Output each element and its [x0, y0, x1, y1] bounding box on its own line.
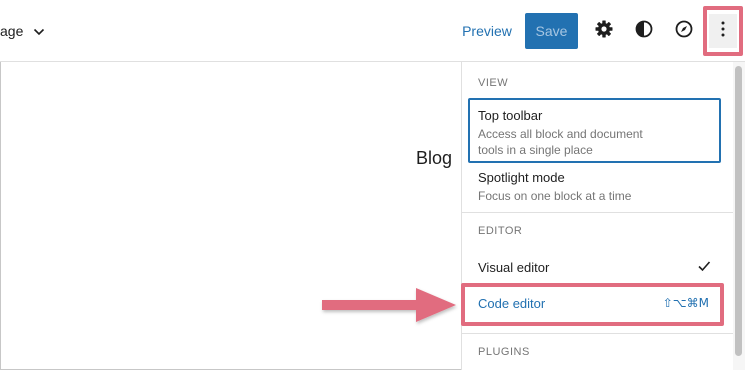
settings-button[interactable] [586, 13, 622, 49]
preview-button[interactable]: Preview [456, 14, 518, 48]
canvas-heading[interactable]: Blog [416, 148, 452, 169]
top-toolbar-desc-line2: tools in a single place [478, 143, 593, 157]
plugins-section-heading: PLUGINS [478, 346, 530, 358]
visual-editor-label: Visual editor [478, 260, 550, 275]
code-editor-label: Code editor [478, 296, 546, 311]
menu-scrollbar[interactable] [733, 62, 745, 370]
code-editor-item[interactable]: Code editor ⇧⌥⌘M [468, 293, 717, 315]
menu-divider [462, 333, 733, 334]
spotlight-mode-item[interactable]: Spotlight mode Focus on one block at a t… [468, 168, 721, 208]
check-icon [697, 259, 711, 278]
menu-divider [462, 212, 733, 213]
chevron-down-icon[interactable] [33, 25, 45, 37]
top-toolbar-desc: Access all block and document tools in a… [478, 126, 711, 158]
styles-button[interactable] [626, 13, 662, 49]
gear-icon [594, 19, 614, 44]
code-editor-shortcut: ⇧⌥⌘M [662, 296, 709, 310]
save-button[interactable]: Save [525, 13, 578, 49]
editor-section-heading: EDITOR [478, 225, 523, 237]
top-toolbar-label: Top toolbar [478, 108, 543, 123]
spotlight-mode-label: Spotlight mode [478, 170, 565, 185]
top-toolbar-desc-line1: Access all block and document [478, 127, 643, 141]
contrast-icon [634, 19, 654, 44]
arrow-right-icon [318, 283, 460, 332]
visual-editor-item[interactable]: Visual editor [468, 258, 721, 280]
compass-icon [674, 19, 694, 44]
tools-button[interactable] [666, 13, 702, 49]
spotlight-mode-desc: Focus on one block at a time [478, 189, 632, 203]
more-vertical-icon [721, 21, 725, 42]
document-title[interactable]: age [0, 23, 23, 39]
editor-header: age Preview Save [0, 0, 745, 62]
view-section-heading: VIEW [478, 77, 509, 89]
options-button[interactable] [703, 6, 743, 56]
options-button-inner[interactable] [709, 14, 737, 48]
top-toolbar-item[interactable]: Top toolbar Access all block and documen… [468, 98, 721, 163]
scrollbar-thumb[interactable] [735, 66, 742, 356]
